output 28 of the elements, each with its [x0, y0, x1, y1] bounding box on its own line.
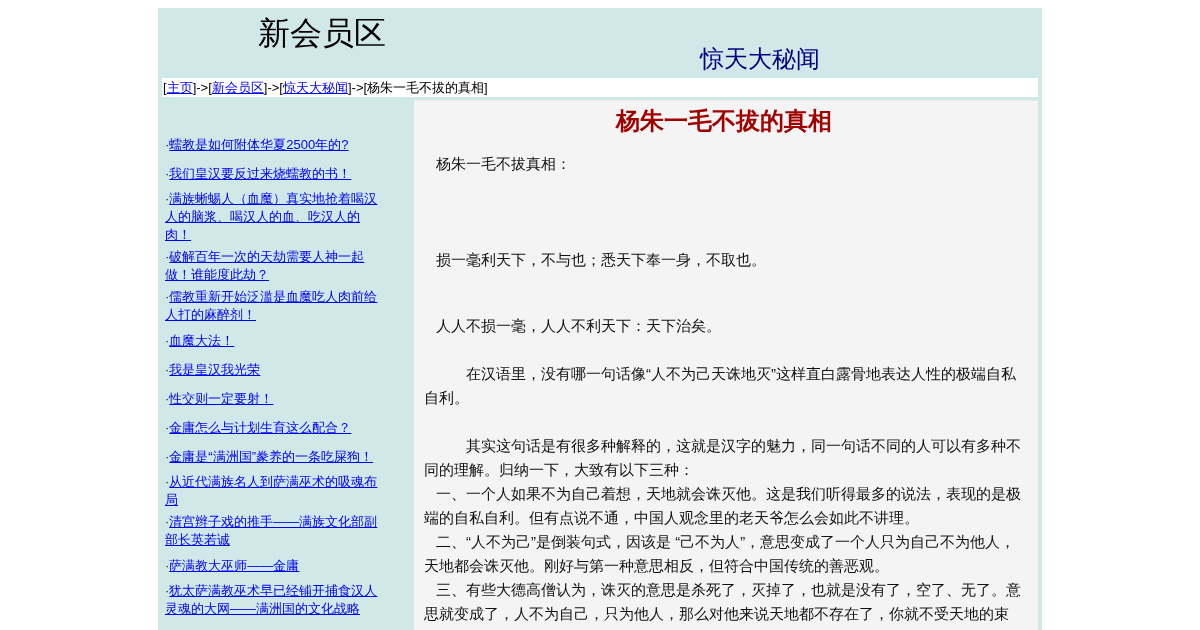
- sidebar-link[interactable]: ·蠕教是如何附体华夏2500年的?: [165, 135, 349, 154]
- sidebar-link[interactable]: ·我们皇汉要反过来烧蠕教的书！: [165, 164, 352, 183]
- sidebar-link[interactable]: ·金庸是“满洲国”豢养的一条吃屎狗！: [165, 447, 373, 466]
- article-paragraph: 在汉语里，没有哪一句话像“人不为己天诛地灭”这样直白露骨地表达人性的极端自私自利。: [424, 364, 1017, 408]
- article-paragraph: 其实这句话是有很多种解释的，这就是汉字的魅力，同一句话不同的人可以有多种不同的理解。归纳一下，大致有以下三种：: [424, 436, 1022, 480]
- article-paragraph: 杨朱一毛不拔真相：: [435, 154, 572, 174]
- sidebar-link[interactable]: ·犹太萨满教巫术早已经铺开捕食汉人灵魂的大网——满洲国的文化战略: [165, 582, 379, 618]
- sidebar-link[interactable]: ·破解百年一次的天劫需要人神一起做！谁能度此劫？: [165, 248, 379, 284]
- article-paragraph: 一、一个人如果不为自己着想，天地就会诛灭他。这是我们听得最多的说法，表现的是极端的自私自利。但有点说不通，中国人观念里的老天爷怎么会如此不讲理。: [424, 484, 1022, 528]
- breadcrumb-link[interactable]: 新会员区: [211, 80, 264, 95]
- article-paragraph: 损一毫利天下，不与也；悉天下奉一身，不取也。: [435, 250, 767, 270]
- breadcrumb: [主页]->[新会员区]->[惊天大秘闻]->[杨朱一毛不拔的真相]: [162, 78, 1038, 97]
- article-paragraph: 三、有些大德高僧认为，诛灭的意思是杀死了，灭掉了，也就是没有了，空了、无了。意思就变成了，人不为自己，只为他人，那么对他来说天地都不存在了，你就不受天地的束: [424, 580, 1022, 624]
- article-paragraph: 二、“人不为己”是倒装句式，因该是 “己不为人”，意思变成了一个人只为自己不为他人，天地都会诛灭他。刚好与第一种意思相反，但符合中国传统的善恶观。: [424, 532, 1017, 576]
- breadcrumb-link[interactable]: 惊天大秘闻: [282, 80, 348, 95]
- sidebar-link[interactable]: ·萨满教大巫师——金庸: [165, 556, 300, 575]
- sidebar-link[interactable]: ·满族蜥蜴人（血魔）真实地抢着喝汉人的脑浆、喝汉人的血、吃汉人的肉！: [165, 190, 379, 244]
- sidebar-link[interactable]: ·儒教重新开始泛滥是血魔吃人肉前给人打的麻醉剂！: [165, 288, 379, 324]
- sidebar-link[interactable]: ·性交则一定要射！: [165, 389, 274, 408]
- sidebar-link[interactable]: ·从近代满族名人到萨满巫术的吸魂布局: [165, 473, 379, 509]
- sidebar-link[interactable]: ·血魔大法！: [165, 331, 235, 350]
- sidebar-link[interactable]: ·金庸怎么与计划生育这么配合？: [165, 418, 352, 437]
- sidebar-link[interactable]: ·我是皇汉我光荣: [165, 360, 261, 379]
- article-title: 杨朱一毛不拔的真相: [614, 106, 833, 136]
- sidebar-link[interactable]: ·清宫辫子戏的推手——满族文化部副部长英若诚: [165, 513, 379, 549]
- site-title: 新会员区: [258, 14, 386, 52]
- article-paragraph: 人人不损一毫，人人不利天下：天下治矣。: [435, 316, 722, 336]
- section-title: 惊天大秘闻: [700, 45, 820, 73]
